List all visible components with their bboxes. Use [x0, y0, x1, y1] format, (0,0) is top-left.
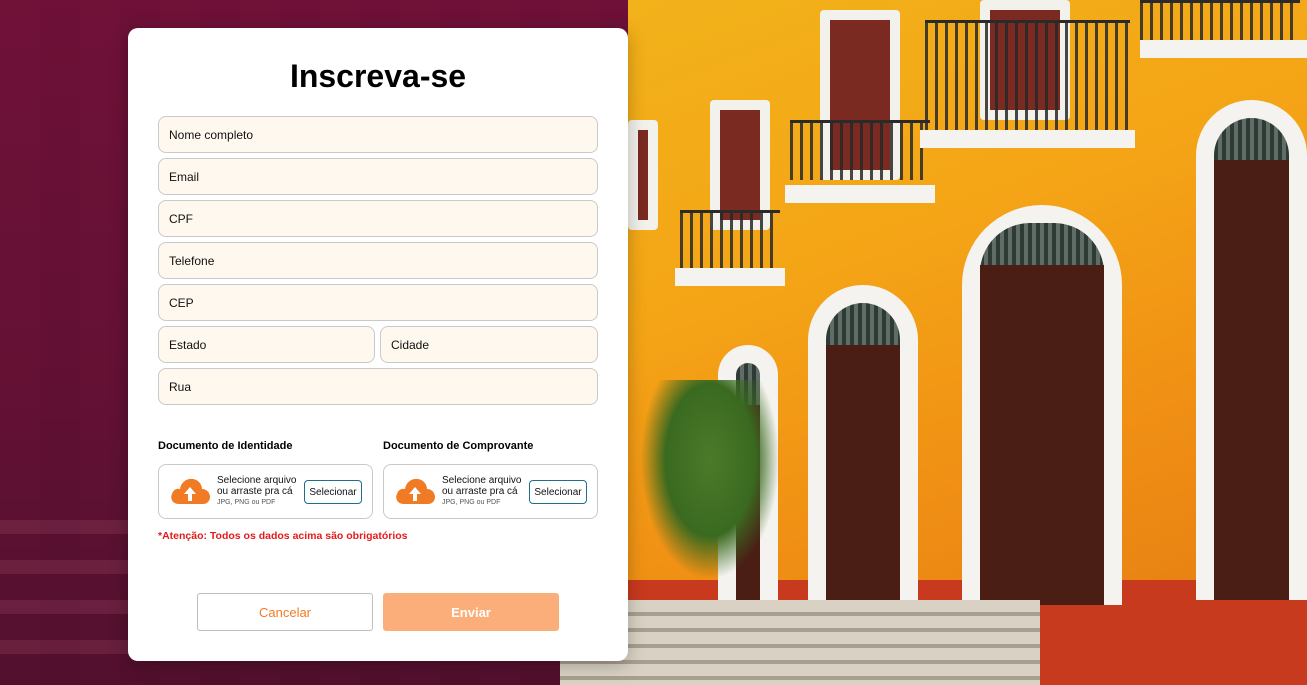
- proof-select-button[interactable]: Selecionar: [529, 480, 587, 504]
- submit-button[interactable]: Enviar: [383, 593, 559, 631]
- upload-formats: JPG, PNG ou PDF: [217, 499, 276, 506]
- email-field[interactable]: Email: [158, 158, 598, 195]
- state-field[interactable]: Estado: [158, 326, 375, 363]
- upload-instruction-line2: ou arraste pra cá: [217, 486, 293, 497]
- proof-document-dropzone[interactable]: Selecione arquivo ou arraste pra cá JPG,…: [383, 464, 598, 519]
- palm-tree: [640, 380, 780, 580]
- street-field[interactable]: Rua: [158, 368, 598, 405]
- page-title: Inscreva-se: [289, 58, 467, 94]
- upload-formats: JPG, PNG ou PDF: [442, 499, 501, 506]
- identity-document-dropzone[interactable]: Selecione arquivo ou arraste pra cá JPG,…: [158, 464, 373, 519]
- required-fields-warning: *Atenção: Todos os dados acima são obrig…: [158, 530, 408, 542]
- cloud-upload-icon: [171, 478, 210, 504]
- identity-select-button[interactable]: Selecionar: [304, 480, 362, 504]
- city-field[interactable]: Cidade: [380, 326, 598, 363]
- cep-field[interactable]: CEP: [158, 284, 598, 321]
- cancel-button[interactable]: Cancelar: [197, 593, 373, 631]
- upload-instruction-line2: ou arraste pra cá: [442, 486, 518, 497]
- cpf-field[interactable]: CPF: [158, 200, 598, 237]
- stone-steps: [560, 600, 1040, 685]
- proof-document-label: Documento de Comprovante: [383, 440, 534, 452]
- cloud-upload-icon: [396, 478, 435, 504]
- identity-document-label: Documento de Identidade: [158, 440, 293, 452]
- upload-instruction-line1: Selecione arquivo: [442, 475, 522, 486]
- full-name-field[interactable]: Nome completo: [158, 116, 598, 153]
- phone-field[interactable]: Telefone: [158, 242, 598, 279]
- upload-instruction-line1: Selecione arquivo: [217, 475, 297, 486]
